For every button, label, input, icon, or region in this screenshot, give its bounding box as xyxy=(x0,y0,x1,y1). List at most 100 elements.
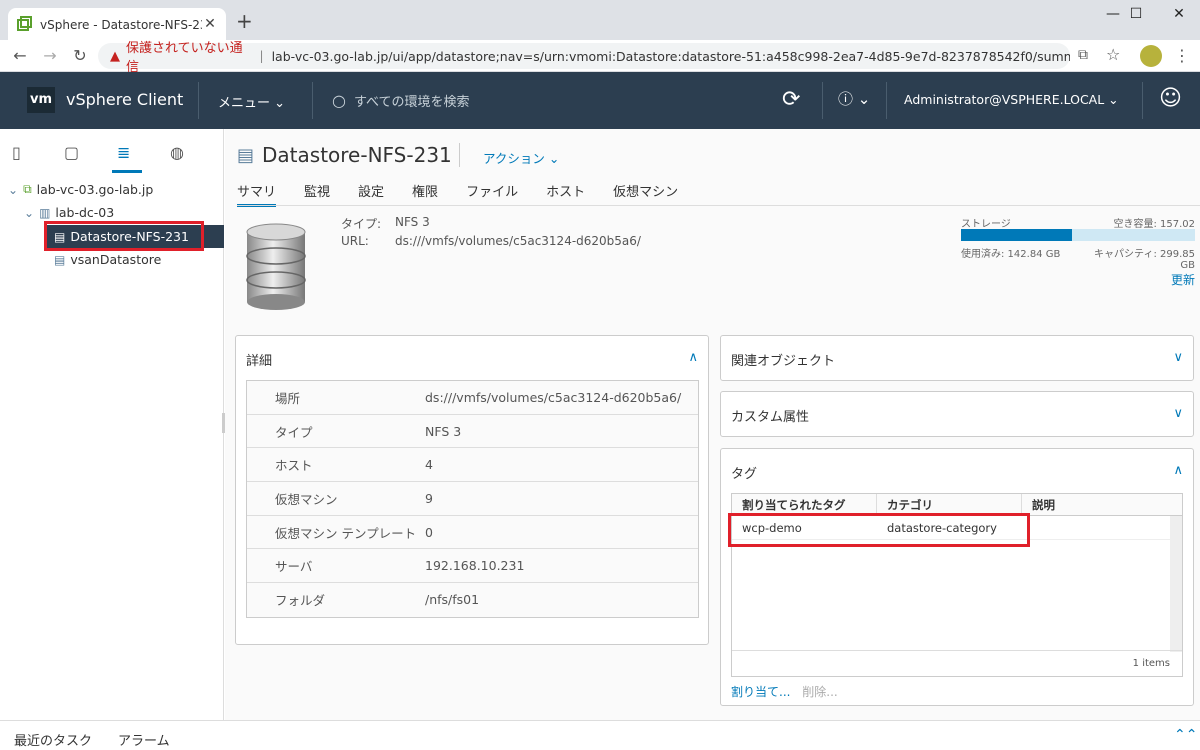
page-title: Datastore-NFS-231 xyxy=(262,143,452,167)
datastore-large-icon xyxy=(246,223,306,310)
url-bar[interactable]: ▲ 保護されていない通信 | lab-vc-03.go-lab.jp/ui/ap… xyxy=(98,41,1070,75)
card-title: タグ xyxy=(731,467,758,482)
feedback-smiley-icon[interactable]: ☺ xyxy=(1159,86,1182,111)
assign-tag-link[interactable]: 割り当て... xyxy=(731,685,790,699)
tree-item-datacenter[interactable]: ⌄ ▥ lab-dc-03 xyxy=(24,205,114,220)
details-card: 詳細 ∧ 場所 ds:///vmfs/volumes/c5ac3124-d620… xyxy=(235,335,709,645)
column-header-tag[interactable]: 割り当てられたタグ xyxy=(732,494,877,515)
detail-value: /nfs/fs01 xyxy=(425,592,480,608)
global-search[interactable]: ○ すべての環境を検索 xyxy=(332,91,470,110)
datastore-icon: ▤ xyxy=(54,252,66,267)
column-header-description[interactable]: 説明 xyxy=(1022,494,1182,515)
column-header-category[interactable]: カテゴリ xyxy=(877,494,1022,515)
object-header: ▤ Datastore-NFS-231 xyxy=(237,143,452,167)
hosts-clusters-icon[interactable]: ▯ xyxy=(12,143,21,162)
menu-dropdown[interactable]: メニュー ⌄ xyxy=(218,92,285,111)
user-menu[interactable]: Administrator@VSPHERE.LOCAL ⌄ xyxy=(904,92,1119,107)
new-tab-button[interactable]: + xyxy=(236,11,253,31)
collapse-chevron-icon[interactable]: ∧ xyxy=(688,350,698,365)
vsphere-header: vm vSphere Client メニュー ⌄ ○ すべての環境を検索 ⟳ ⓘ… xyxy=(0,72,1200,129)
vms-templates-icon[interactable]: ▢ xyxy=(64,143,79,162)
tree-label: vsanDatastore xyxy=(70,252,162,267)
custom-attributes-card[interactable]: カスタム属性 ∨ xyxy=(720,391,1194,437)
details-table: 場所 ds:///vmfs/volumes/c5ac3124-d620b5a6/… xyxy=(246,380,699,618)
translate-icon[interactable]: ⧉ xyxy=(1078,47,1088,63)
tab-configure[interactable]: 設定 xyxy=(358,181,384,207)
tab-title: vSphere - Datastore-NFS-231 - サ xyxy=(40,17,202,32)
header-divider xyxy=(312,82,313,119)
expand-chevron-icon[interactable]: ∨ xyxy=(1173,350,1183,365)
card-title: 詳細 xyxy=(246,354,273,369)
bottom-panel-bar: 最近のタスク アラーム ⌃⌃ xyxy=(0,720,1200,750)
header-divider xyxy=(1142,82,1143,119)
recent-tasks-tab[interactable]: 最近のタスク xyxy=(14,730,92,749)
address-bar: ← → ↻ ▲ 保護されていない通信 | lab-vc-03.go-lab.jp… xyxy=(0,40,1200,75)
tab-close-icon[interactable]: ✕ xyxy=(202,16,218,32)
forward-icon[interactable]: → xyxy=(40,46,60,66)
type-label: タイプ: xyxy=(341,217,382,231)
profile-avatar[interactable] xyxy=(1140,45,1162,67)
detail-row: サーバ 192.168.10.231 xyxy=(247,549,698,584)
refresh-link[interactable]: 更新 xyxy=(1171,271,1195,288)
detail-row: ホスト 4 xyxy=(247,448,698,483)
url-text[interactable]: lab-vc-03.go-lab.jp/ui/app/datastore;nav… xyxy=(272,49,1070,64)
tab-monitor[interactable]: 監視 xyxy=(304,181,330,207)
collapse-chevron-icon[interactable]: ∧ xyxy=(1173,463,1183,478)
tree-item-vsan[interactable]: ▤ vsanDatastore xyxy=(54,252,161,267)
detail-key: タイプ xyxy=(275,424,313,440)
annotation-highlight-box xyxy=(728,513,1030,547)
datacenter-icon: ▥ xyxy=(39,205,51,220)
help-icon[interactable]: ⓘ ⌄ xyxy=(838,88,870,109)
networking-icon[interactable]: ◍ xyxy=(170,143,184,162)
tab-permissions[interactable]: 権限 xyxy=(412,181,438,207)
refresh-icon[interactable]: ⟳ xyxy=(782,87,800,112)
warning-icon: ▲ xyxy=(110,48,120,64)
grid-scrollbar[interactable] xyxy=(1170,516,1182,652)
alarms-tab[interactable]: アラーム xyxy=(118,730,170,749)
tab-files[interactable]: ファイル xyxy=(466,181,518,207)
vsphere-favicon-icon xyxy=(17,16,32,31)
detail-row: 場所 ds:///vmfs/volumes/c5ac3124-d620b5a6/ xyxy=(247,381,698,415)
expand-chevron-icon[interactable]: ⌄ xyxy=(8,183,18,197)
detail-value: 0 xyxy=(425,524,433,540)
back-icon[interactable]: ← xyxy=(10,46,30,66)
reload-icon[interactable]: ↻ xyxy=(70,46,90,66)
more-menu-icon[interactable]: ⋮ xyxy=(1174,46,1190,65)
tag-actions: 割り当て... 削除... xyxy=(731,683,838,700)
url-separator: | xyxy=(259,49,264,63)
detail-row: フォルダ /nfs/fs01 xyxy=(247,583,698,617)
tags-card: タグ ∧ 割り当てられたタグ カテゴリ 説明 wcp-demo datastor… xyxy=(720,448,1194,706)
detail-value: ds:///vmfs/volumes/c5ac3124-d620b5a6/ xyxy=(425,389,682,405)
annotation-highlight-box xyxy=(44,221,204,251)
grid-item-count: 1 items xyxy=(732,650,1182,676)
window-close-icon[interactable]: ✕ xyxy=(1156,4,1200,24)
detail-value: 192.168.10.231 xyxy=(425,558,525,574)
tab-vms[interactable]: 仮想マシン xyxy=(613,181,678,207)
actions-dropdown[interactable]: アクション ⌄ xyxy=(483,148,559,167)
detail-value: NFS 3 xyxy=(425,423,462,439)
detail-value: 4 xyxy=(425,457,433,473)
tree-label: lab-dc-03 xyxy=(55,205,115,220)
tab-hosts[interactable]: ホスト xyxy=(546,181,585,207)
main-content: ▤ Datastore-NFS-231 アクション ⌄ サマリ 監視 設定 権限… xyxy=(225,129,1200,720)
expand-panel-icon[interactable]: ⌃⌃ xyxy=(1174,727,1197,743)
vcenter-icon: ⧉ xyxy=(23,182,32,196)
tree-item-vcenter[interactable]: ⌄ ⧉ lab-vc-03.go-lab.jp xyxy=(8,182,153,197)
detail-key: 仮想マシン テンプレート xyxy=(275,525,417,541)
security-warning[interactable]: 保護されていない通信 xyxy=(126,37,252,75)
tab-summary[interactable]: サマリ xyxy=(237,181,277,207)
remove-tag-link[interactable]: 削除... xyxy=(802,685,837,699)
navigator-tabs: ▯ ▢ ≣ ◍ xyxy=(0,129,224,175)
related-objects-card[interactable]: 関連オブジェクト ∨ xyxy=(720,335,1194,381)
expand-chevron-icon[interactable]: ⌄ xyxy=(24,206,34,220)
bookmark-star-icon[interactable]: ☆ xyxy=(1106,45,1120,64)
product-name[interactable]: vSphere Client xyxy=(66,90,183,109)
active-tab-indicator xyxy=(112,170,142,173)
detail-key: ホスト xyxy=(275,458,313,474)
maximize-icon[interactable]: ☐ xyxy=(1113,4,1159,24)
detail-key: 場所 xyxy=(275,390,301,406)
browser-tab[interactable]: vSphere - Datastore-NFS-231 - サ ✕ xyxy=(8,8,226,40)
expand-chevron-icon[interactable]: ∨ xyxy=(1173,406,1183,421)
detail-key: フォルダ xyxy=(275,593,326,609)
storage-icon[interactable]: ≣ xyxy=(117,143,130,162)
